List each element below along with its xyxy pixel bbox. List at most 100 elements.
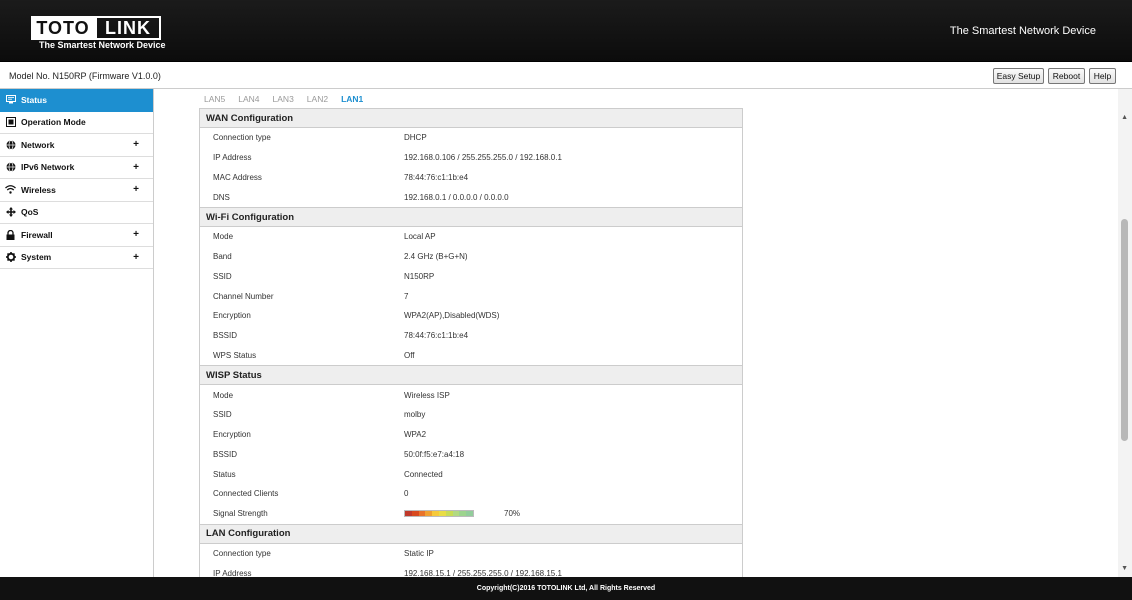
row-label: Connection type [213,133,271,143]
table-row: SSID N150RP [200,267,742,287]
scroll-down-arrow-icon[interactable]: ▼ [1121,565,1128,572]
row-value: Static IP [404,548,434,558]
totolink-logo[interactable]: TOTO LINK [31,16,161,40]
table-row: BSSID 50:0f:f5:e7:a4:18 [200,445,742,465]
expand-plus-icon[interactable]: + [133,184,139,195]
row-label: BSSID [213,449,238,459]
wifi-section: Mode Local AP Band 2.4 GHz (B+G+N) SSID N15… [199,227,743,366]
row-label: Encryption [213,311,251,321]
gear-icon [5,252,16,263]
row-label: Channel Number [213,291,274,301]
signal-segment [411,511,419,517]
scroll-up-arrow-icon[interactable]: ▲ [1121,114,1128,121]
table-row: Mode Wireless ISP [200,385,742,405]
signal-segment [459,511,467,517]
table-row: Band 2.4 GHz (B+G+N) [200,247,742,267]
row-value: Local AP [404,232,436,242]
row-label: Connection type [213,548,271,558]
wan-section: Connection type DHCP IP Address 192.168.0.… [199,128,743,207]
row-label: Encryption [213,430,251,440]
scrollbar-thumb[interactable] [1121,219,1128,441]
wisp-section: Mode Wireless ISP SSID molby Encryption WPA… [199,385,743,524]
row-value: 192.168.15.1 / 255.255.255.0 / 192.168.1… [404,568,562,577]
sidebar-item-firewall[interactable]: Firewall + [0,224,153,247]
signal-segment [425,511,433,517]
table-row: SSID molby [200,405,742,425]
sidebar-item-status[interactable]: Status [0,89,153,112]
expand-plus-icon[interactable]: + [133,162,139,173]
logo-toto-text: TOTO [31,16,95,40]
tab-lan1[interactable]: LAN1 [341,94,363,104]
table-row: Mode Local AP [200,227,742,247]
sidebar-item-label: Wireless [21,184,56,195]
table-row: DNS 192.168.0.1 / 0.0.0.0 / 0.0.0.0 [200,187,742,207]
model-info: Model No. N150RP (Firmware V1.0.0) [9,71,161,81]
logo-tagline: The Smartest Network Device [39,40,166,50]
row-value: 192.168.0.1 / 0.0.0.0 / 0.0.0.0 [404,192,509,202]
sidebar-item-label: Operation Mode [21,117,86,128]
signal-segment [432,511,439,517]
expand-plus-icon[interactable]: + [133,252,139,263]
row-label: WPS Status [213,350,257,360]
table-row: Encryption WPA2 [200,425,742,445]
lan-section: Connection type Static IP IP Address 192.1… [199,543,743,577]
row-label: SSID [213,271,232,281]
row-value: 7 [404,291,409,301]
wisp-section-title: WISP Status [199,365,743,386]
easy-setup-button[interactable]: Easy Setup [993,68,1044,84]
tab-lan4[interactable]: LAN4 [238,94,259,104]
row-label: DNS [213,192,230,202]
row-label: BSSID [213,331,238,341]
globe-icon [5,139,16,150]
table-row: Status Connected [200,464,742,484]
sidebar-item-network[interactable]: Network + [0,134,153,157]
sidebar-item-label: IPv6 Network [21,162,75,173]
reboot-button[interactable]: Reboot [1048,68,1085,84]
signal-segment [405,511,412,517]
help-button[interactable]: Help [1089,68,1116,84]
tab-lan3[interactable]: LAN3 [273,94,294,104]
table-row: IP Address 192.168.0.106 / 255.255.255.0 … [200,148,742,168]
signal-strength: 70% [404,509,742,518]
row-value: DHCP [404,133,427,143]
wan-section-title: WAN Configuration [199,108,743,128]
tab-lan2[interactable]: LAN2 [307,94,328,104]
page-scrollbar[interactable] [1118,89,1132,577]
row-label: Mode [213,390,234,400]
status-icon [5,94,16,105]
row-value: 78:44:76:c1:1b:e4 [404,172,469,182]
signal-strength-bar [404,510,474,518]
operation-mode-icon [5,117,16,128]
row-value: WPA2 [404,430,427,440]
expand-plus-icon[interactable]: + [133,229,139,240]
status-content: WAN Configuration Connection type DHCP IP… [199,108,743,577]
signal-segment [438,511,446,517]
sidebar-item-wireless[interactable]: Wireless + [0,179,153,202]
header-slogan: The Smartest Network Device [949,25,1096,37]
footer-copyright: Copyright(C)2016 TOTOLINK Ltd, All Right… [0,577,1132,600]
signal-segment [418,511,426,517]
sidebar-item-operation-mode[interactable]: Operation Mode [0,112,153,134]
wifi-icon [5,184,16,195]
table-row: Connected Clients 0 [200,484,742,504]
sidebar-item-label: System [21,252,52,263]
table-row: Connection type Static IP [200,544,742,564]
sidebar-item-ipv6-network[interactable]: IPv6 Network + [0,157,153,179]
header-bar: TOTO LINK The Smartest Network Device Th… [0,0,1132,62]
tab-lan5[interactable]: LAN5 [204,94,225,104]
row-value: 78:44:76:c1:1b:e4 [404,331,469,341]
table-row: Signal Strength 70% [200,504,742,524]
table-row: Connection type DHCP [200,128,742,148]
row-label: IP Address [213,153,252,163]
row-value: 2.4 GHz (B+G+N) [404,252,468,262]
sidebar-item-qos[interactable]: QoS [0,202,153,224]
signal-segment [466,511,473,517]
expand-plus-icon[interactable]: + [133,139,139,150]
row-value: Off [404,350,415,360]
qos-icon [5,207,16,218]
signal-segment [445,511,453,517]
wifi-section-title: Wi-Fi Configuration [199,207,743,227]
sidebar-item-label: Firewall [21,229,53,240]
sidebar-item-system[interactable]: System + [0,247,153,269]
logo-link-text: LINK [95,16,161,40]
